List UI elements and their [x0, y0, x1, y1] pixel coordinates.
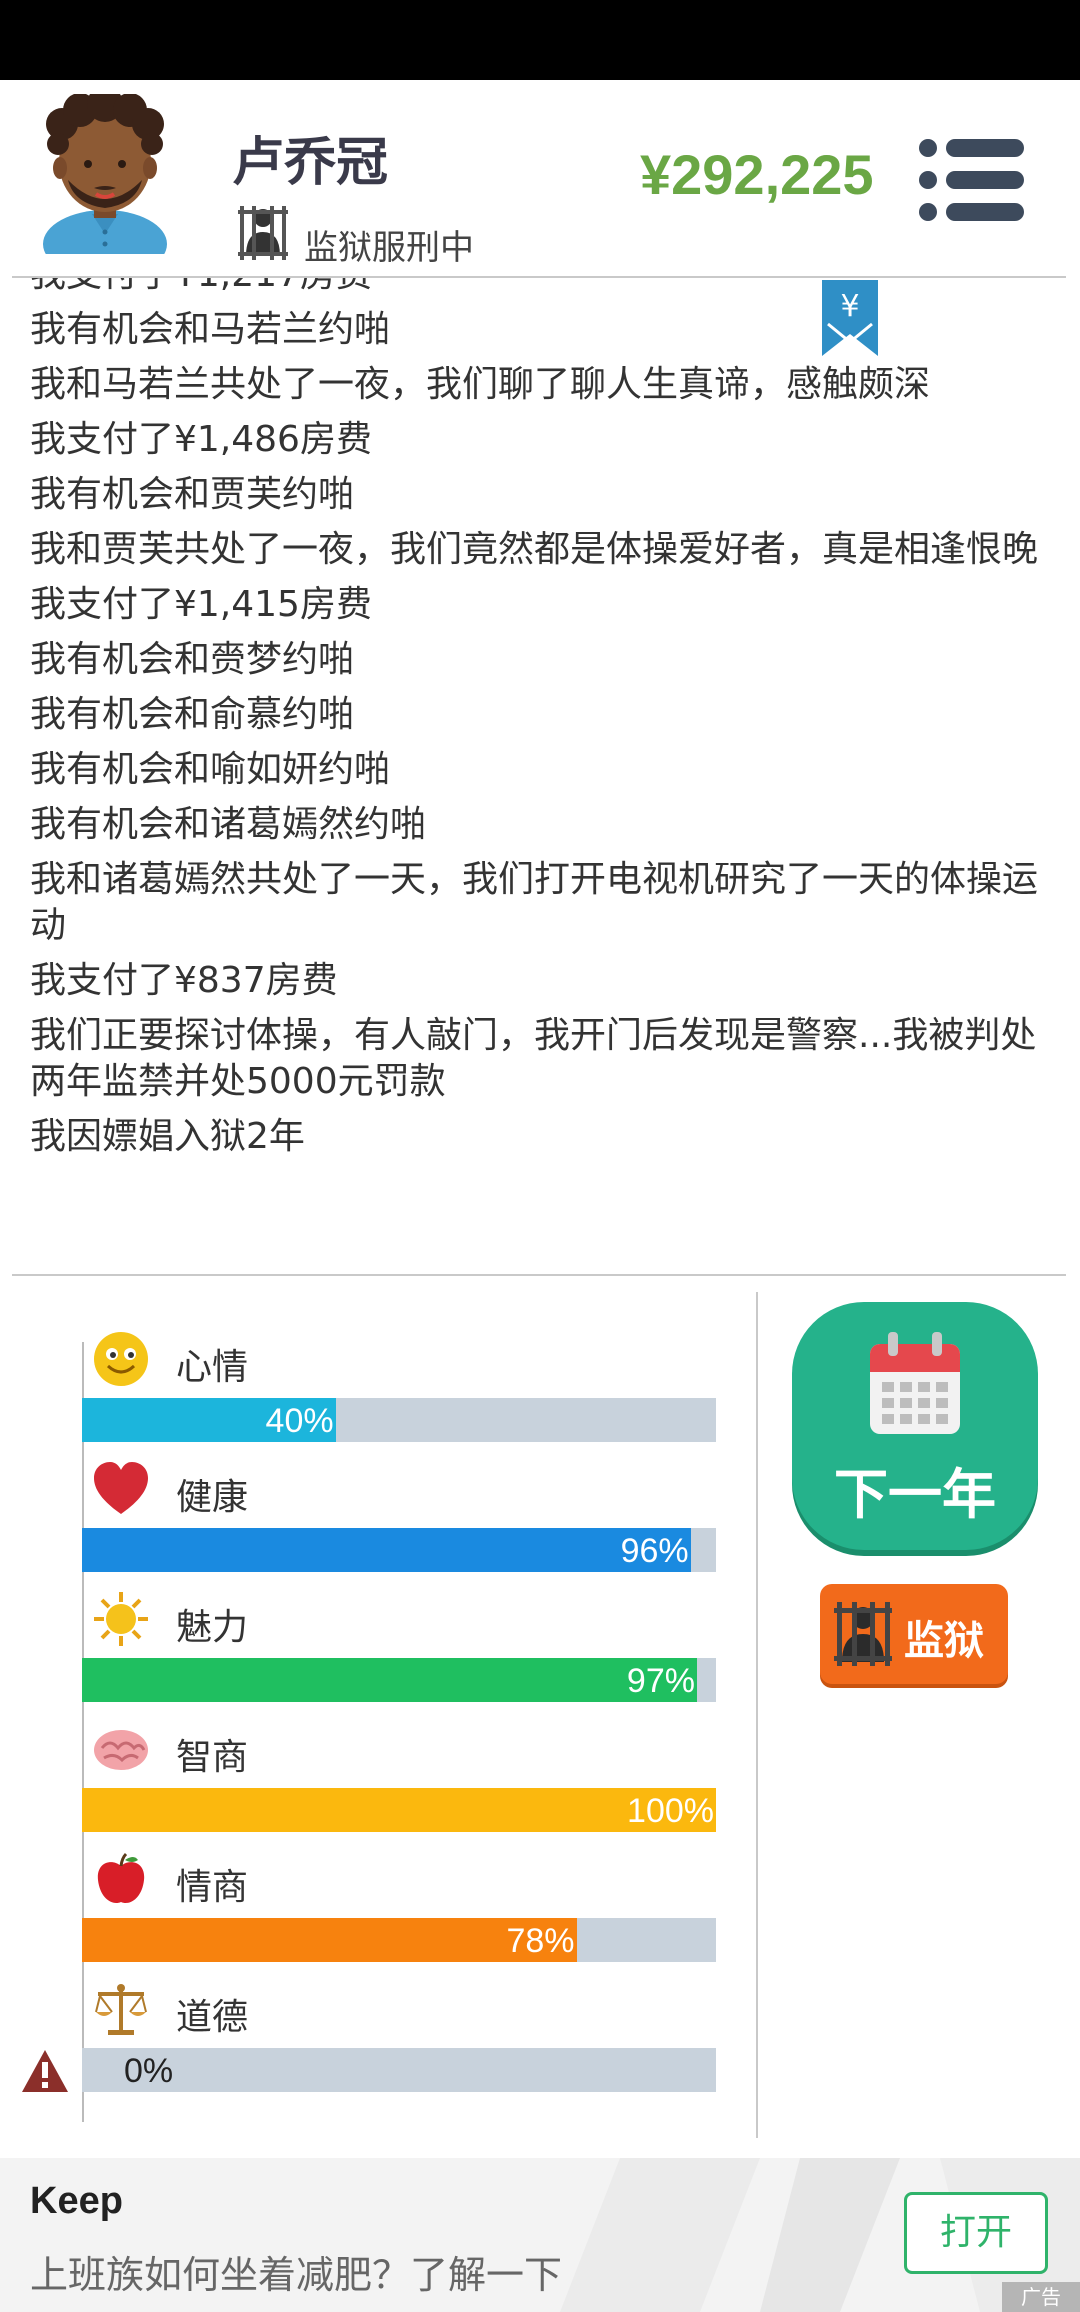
stat-name: 心情: [176, 1347, 249, 1388]
stat-percent: 40%: [265, 1402, 334, 1440]
stat-name: 健康: [176, 1477, 249, 1518]
vertical-divider: [756, 1292, 758, 2138]
log-line: 我们正要探讨体操，有人敲门，我开门后发现是警察...我被判处两年监禁并处5000…: [30, 1015, 1037, 1102]
log-line: 我有机会和俞慕约啪: [30, 694, 355, 735]
log-line: 我和马若兰共处了一夜，我们聊了聊人生真谛，感触颇深: [30, 364, 931, 405]
brain-icon: [94, 1730, 148, 1770]
log-line: 我和诸葛嫣然共处了一天，我们打开电视机研究了一天的体操运动: [30, 859, 1039, 946]
calendar-icon: [870, 1332, 960, 1434]
log-line: 我支付了¥1,486房费: [30, 419, 372, 460]
sun-icon: [94, 1592, 148, 1646]
stat-bar: 40%: [82, 1398, 716, 1442]
log-line: 我有机会和喻如妍约啪: [30, 749, 391, 790]
header: 卢乔冠 监狱服刑中 ¥292,225: [0, 80, 1080, 278]
scales-icon: [95, 1984, 147, 2035]
menu-icon[interactable]: [918, 138, 1026, 222]
ad-title: Keep: [30, 2180, 123, 2222]
ad-open-button[interactable]: 打开: [904, 2192, 1048, 2274]
log-line: 我支付了¥837房费: [30, 960, 338, 1001]
stat-bar: 96%: [82, 1528, 716, 1572]
status-text: 监狱服刑中: [304, 228, 474, 268]
next-year-label: 下一年: [834, 1463, 996, 1526]
smiley-icon: [94, 1332, 148, 1386]
warning-icon: [22, 2050, 68, 2092]
stats-axis: [82, 1342, 84, 2122]
prison-button[interactable]: 监狱: [820, 1584, 1008, 1684]
prisoner-icon: [238, 206, 288, 260]
stat-percent: 97%: [626, 1662, 695, 1700]
status-bar: [0, 0, 1080, 80]
stat-name: 魅力: [176, 1607, 249, 1648]
stat-bar-fill: [82, 1658, 697, 1702]
stats-panel: 心情 40% 健康 96% 魅力 97% 智商 100% 情商 78% 道德 0%: [0, 1290, 760, 2130]
money-bookmark-icon[interactable]: ¥: [822, 280, 878, 356]
ad-subtitle: 上班族如何坐着减肥？了解一下: [30, 2253, 563, 2297]
next-year-button[interactable]: 下一年: [792, 1302, 1038, 1550]
prisoner-icon: [834, 1602, 892, 1666]
log-line: 我支付了¥1,217房费: [30, 278, 1040, 298]
stat-bar-fill: [82, 1918, 577, 1962]
stat-bar: 78%: [82, 1918, 716, 1962]
log-line: 我有机会和诸葛嫣然约啪: [30, 804, 427, 845]
stat-name: 道德: [176, 1997, 249, 2038]
heart-icon: [94, 1462, 148, 1514]
log-line: 我因嫖娼入狱2年: [30, 1116, 305, 1157]
stat-bar: 97%: [82, 1658, 716, 1702]
money-balance: ¥292,225: [640, 143, 874, 206]
event-log[interactable]: 我支付了¥1,217房费我有机会和马若兰约啪我和马若兰共处了一夜，我们聊了聊人生…: [0, 278, 1080, 1238]
prison-button-label: 监狱: [904, 1618, 984, 1664]
log-divider: [12, 1274, 1066, 1276]
apple-icon: [97, 1852, 145, 1904]
stat-bar-fill: [82, 1528, 691, 1572]
stat-percent: 78%: [506, 1922, 575, 1960]
svg-text:¥: ¥: [840, 289, 859, 324]
stat-bar: 0%: [82, 2048, 716, 2092]
stat-bar: 100%: [82, 1788, 716, 1832]
log-line: 我支付了¥1,415房费: [30, 584, 372, 625]
log-line: 我和贾芙共处了一夜，我们竟然都是体操爱好者，真是相逢恨晚: [30, 529, 1039, 570]
avatar: [43, 94, 167, 254]
stat-percent: 100%: [627, 1792, 714, 1830]
log-line: 我有机会和马若兰约啪: [30, 309, 391, 350]
log-line: 我有机会和赍梦约啪: [30, 639, 355, 680]
ad-badge: 广告: [1002, 2282, 1080, 2312]
stat-bar-fill: [82, 1788, 716, 1832]
character-name: 卢乔冠: [232, 133, 389, 193]
stat-name: 智商: [176, 1737, 249, 1778]
ad-banner[interactable]: Keep 上班族如何坐着减肥？了解一下 打开 广告: [0, 2158, 1080, 2312]
stat-percent: 0%: [124, 2052, 174, 2090]
stat-percent: 96%: [620, 1532, 689, 1570]
log-line: 我有机会和贾芙约啪: [30, 474, 355, 515]
stat-name: 情商: [176, 1867, 249, 1908]
